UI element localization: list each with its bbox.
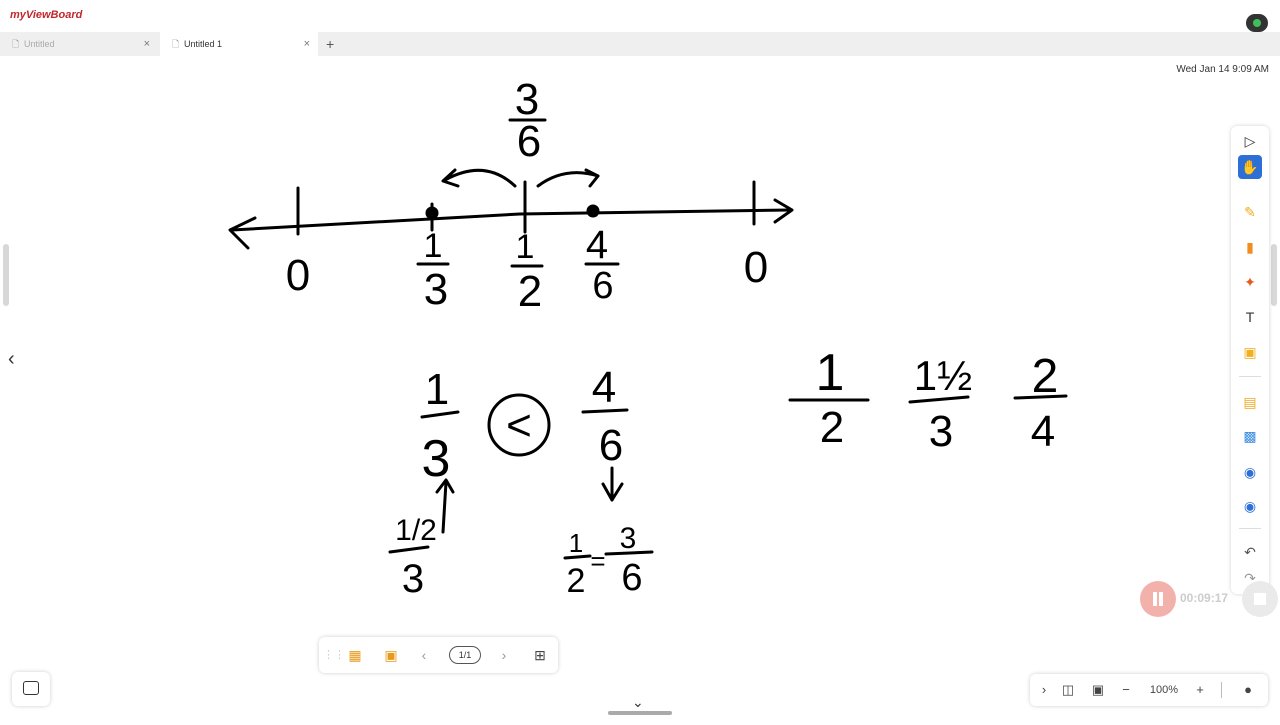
handwritten-text: 6	[592, 265, 613, 307]
right-panel-handle[interactable]	[1271, 244, 1277, 306]
handle-bar	[608, 711, 672, 715]
screen-capture-icon[interactable]: ◉	[1238, 494, 1262, 518]
handwritten-text: <	[506, 401, 532, 450]
handwritten-text: 2	[518, 267, 542, 316]
add-tab-button[interactable]: +	[326, 32, 334, 56]
point-stroke	[586, 204, 600, 218]
handwritten-text: 3	[424, 265, 448, 314]
handwritten-text: 1	[816, 344, 845, 402]
zoom-toolbar: › ◫ ▣ − 100% + ●	[1030, 674, 1268, 706]
toolbar-divider	[1239, 376, 1261, 377]
undo-icon[interactable]: ↶	[1238, 540, 1262, 564]
handwritten-text: 6	[599, 421, 623, 470]
bottom-drawer-handle[interactable]: ⌄	[608, 694, 672, 716]
chevron-down-icon: ⌄	[632, 694, 644, 710]
handwritten-text: 4	[592, 363, 616, 412]
handwriting-layer: 3 6 0 1 3 1 2 4 6 0 1 3 < 4 6 1/2 3 1 2 …	[228, 75, 1068, 601]
media-icon[interactable]: ▩	[1238, 424, 1262, 448]
zoom-level[interactable]: 100%	[1142, 674, 1186, 706]
close-tab-icon[interactable]: ×	[304, 32, 310, 56]
drag-handle-icon[interactable]: ⋮⋮	[323, 637, 345, 673]
tab-bar: 🗋 Untitled × 🗋 Untitled 1 × +	[0, 32, 1280, 56]
whiteboard-canvas[interactable]: 3 6 0 1 3 1 2 4 6 0 1 3 < 4 6 1/2 3 1 2 …	[0, 56, 1280, 720]
map-icon[interactable]: ◫	[1058, 674, 1078, 706]
handwritten-text: 2	[820, 403, 844, 452]
user-icon[interactable]: ●	[1236, 674, 1260, 706]
handwritten-text: 0	[744, 243, 768, 292]
toolbar-divider	[1239, 528, 1261, 529]
handwritten-text: 0	[286, 251, 310, 300]
handwritten-text: 1	[424, 227, 443, 265]
up-arrow-stroke	[441, 480, 448, 534]
folder-icon[interactable]: ▤	[1238, 390, 1262, 414]
right-toolbar: ▷ ✋ ✎ ▮ ✦ T ▣ ▤ ▩ ◉ ◉ ↶ ↷	[1231, 126, 1269, 594]
zoom-divider	[1221, 682, 1222, 698]
app-logo: myViewBoard	[10, 9, 83, 21]
hand-icon[interactable]: ✋	[1238, 155, 1262, 179]
pen-icon[interactable]: ✎	[1238, 200, 1262, 224]
clipboard-icon[interactable]: ▣	[377, 637, 405, 673]
document-icon: 🗋	[172, 39, 180, 49]
handwritten-text: 1	[569, 528, 583, 558]
recording-timer: 00:09:17	[1180, 591, 1229, 605]
fraction-bar-stroke	[388, 545, 430, 554]
screen-recorder: 00:09:17	[1140, 581, 1278, 617]
page-toolbar: ⋮⋮ ▦ ▣ ‹ 1/1 › ⊞	[319, 637, 558, 673]
add-page-button[interactable]: ⊞	[529, 637, 551, 673]
title-bar: myViewBoard	[0, 0, 1280, 32]
point-stroke	[425, 206, 439, 220]
pause-recording-button[interactable]	[1140, 581, 1176, 617]
handwritten-text: 4	[1031, 407, 1055, 456]
close-tab-icon[interactable]: ×	[144, 32, 150, 56]
stop-recording-button[interactable]	[1242, 581, 1278, 617]
handwritten-text: 1	[516, 228, 535, 266]
record-indicator-icon[interactable]	[1246, 14, 1268, 32]
sticky-note-icon[interactable]: ▣	[1238, 340, 1262, 364]
chevron-right-icon[interactable]: ›	[1034, 674, 1054, 706]
handwritten-text: 1/2	[395, 514, 437, 547]
capture-icon	[23, 681, 39, 695]
handwritten-text: 6	[517, 117, 541, 166]
handwritten-text: 3	[402, 557, 424, 601]
hop-arrowhead-stroke	[584, 168, 600, 188]
page-indicator[interactable]: 1/1	[449, 646, 481, 664]
prev-page-button[interactable]: ‹	[415, 637, 433, 673]
hop-arrow-stroke	[536, 171, 600, 188]
left-arrowhead-stroke	[228, 216, 257, 250]
embed-browser-icon[interactable]: ◉	[1238, 460, 1262, 484]
backpack-icon[interactable]: ▦	[341, 637, 369, 673]
zoom-in-button[interactable]: +	[1190, 674, 1210, 706]
handwritten-text: 1½	[914, 352, 972, 399]
handwritten-text: 3	[620, 522, 637, 555]
handwritten-text: 6	[621, 557, 642, 599]
zoom-out-button[interactable]: −	[1116, 674, 1136, 706]
highlighter-icon[interactable]: ▮	[1238, 235, 1262, 259]
document-icon: 🗋	[12, 39, 20, 49]
handwritten-text: =	[590, 546, 605, 576]
select-icon[interactable]: ▷	[1238, 129, 1262, 153]
tab-untitled-1[interactable]: 🗋 Untitled 1 ×	[160, 32, 318, 56]
handwritten-text: 2	[567, 562, 586, 600]
fit-screen-icon[interactable]: ▣	[1086, 674, 1110, 706]
handwritten-text: 1	[425, 365, 449, 414]
capture-button[interactable]	[12, 672, 50, 706]
handwritten-text: 4	[586, 223, 608, 267]
left-panel-handle[interactable]	[3, 244, 9, 306]
tab-untitled[interactable]: 🗋 Untitled ×	[0, 32, 158, 56]
number-line-stroke	[230, 208, 792, 232]
magic-pen-icon[interactable]: ✦	[1238, 270, 1262, 294]
handwritten-text: 3	[422, 430, 451, 488]
handwritten-text: 2	[1032, 350, 1059, 403]
tab-label: Untitled 1	[184, 39, 223, 49]
next-page-button[interactable]: ›	[495, 637, 513, 673]
chevron-left-icon[interactable]: ‹	[8, 348, 15, 371]
handwritten-text: 3	[929, 407, 953, 456]
text-icon[interactable]: T	[1238, 305, 1262, 329]
tab-label: Untitled	[24, 39, 55, 49]
